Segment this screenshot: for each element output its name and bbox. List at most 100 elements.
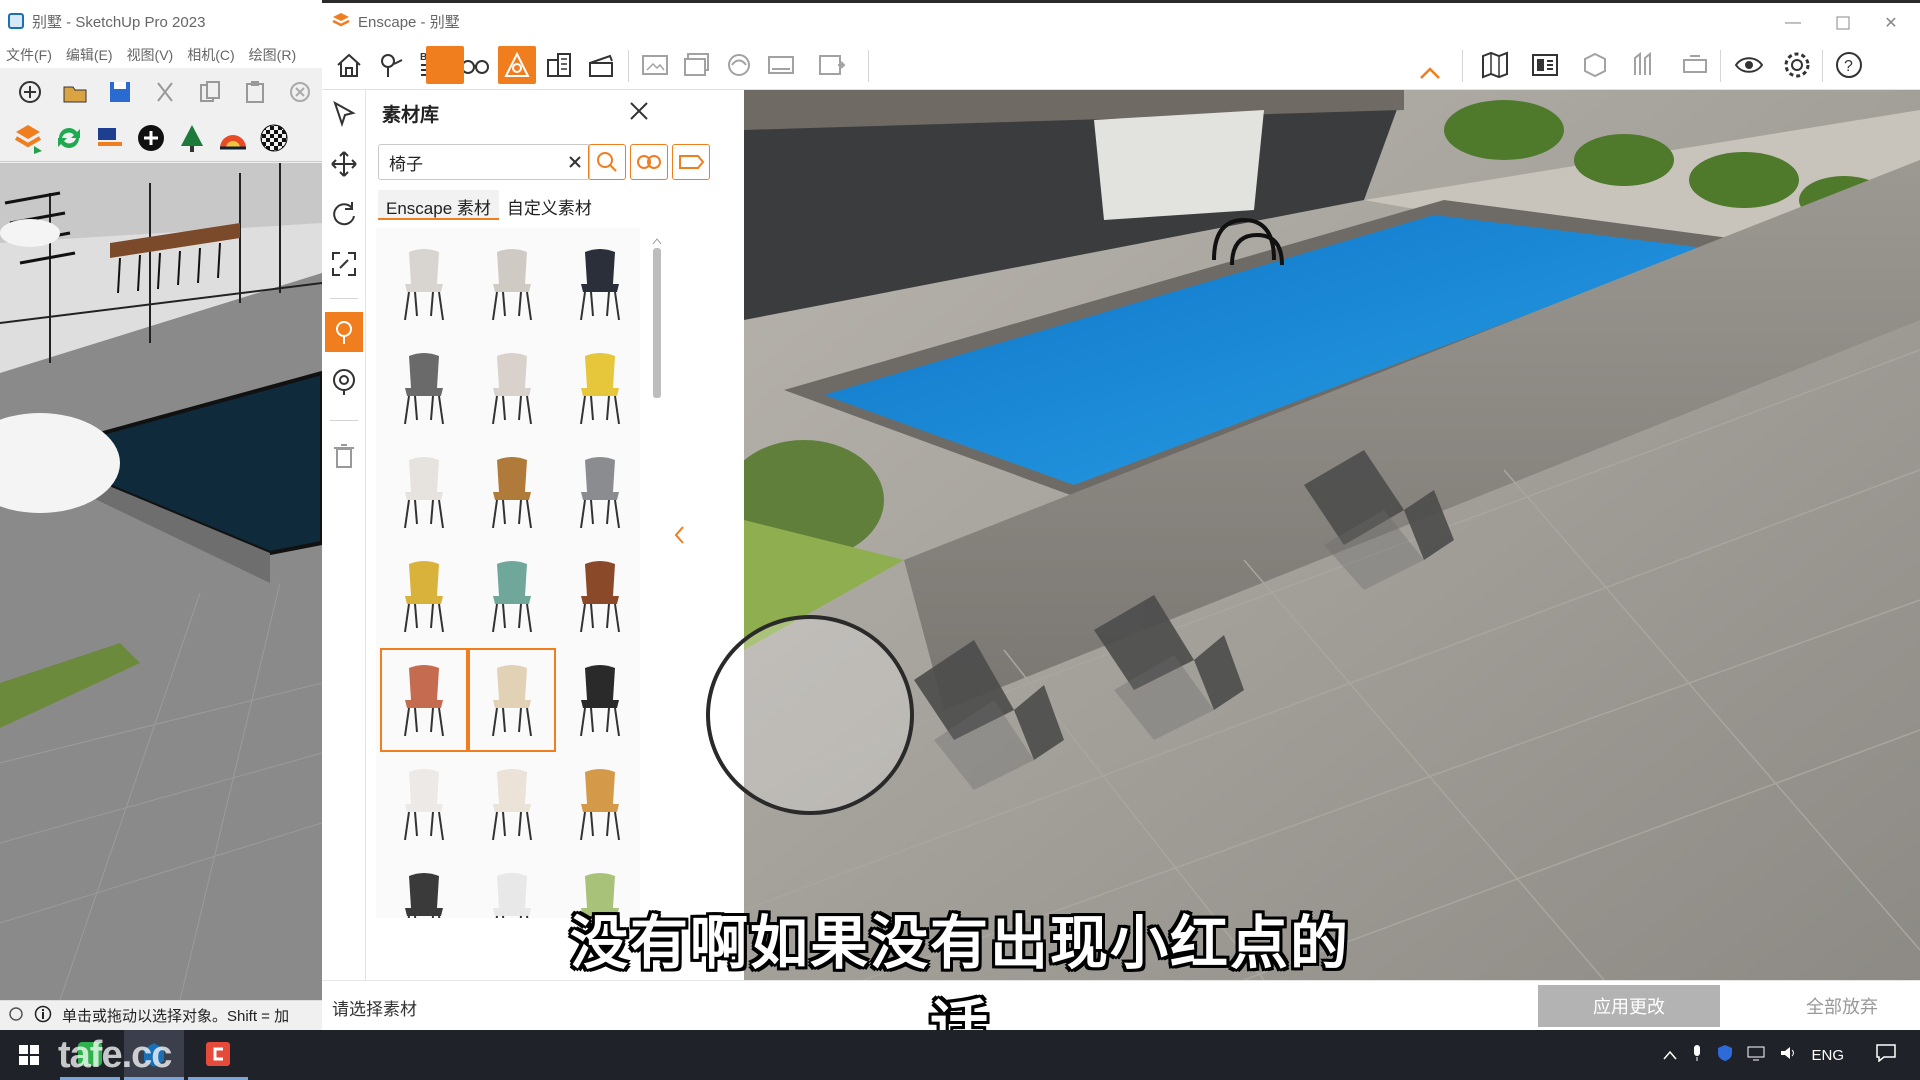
erase-icon[interactable] [284,76,316,108]
sync-views-icon[interactable] [94,122,126,154]
clapperboard-icon[interactable] [582,46,620,84]
close-window-icon[interactable]: ✕ [1868,7,1914,39]
enscape-start-icon[interactable] [12,122,44,154]
menu-draw[interactable]: 绘图(R) [249,45,296,65]
scrollbar-thumb[interactable] [653,248,661,398]
move-icon[interactable] [325,144,363,184]
asset-thumbnail-chair-pale-faded[interactable] [468,752,556,856]
asset-thumbnail-chair-white-faded[interactable] [380,752,468,856]
asset-thumbnail-chair-ochre-swivel[interactable] [556,752,640,856]
collaboration-icon[interactable] [1676,46,1714,84]
toolbar-separator [1822,50,1823,82]
cut-icon[interactable] [149,76,181,108]
microphone-icon[interactable] [1691,1044,1703,1066]
chair-icon [580,769,620,841]
copy-icon[interactable] [194,76,226,108]
panorama-icon[interactable] [720,46,758,84]
recorder-app-icon[interactable] [188,1030,248,1080]
sketchup-status-bar: 单击或拖动以选择对象。Shift = 加 [0,1000,322,1030]
asset-thumbnail-chair-mustard[interactable] [380,544,468,648]
save-icon[interactable] [104,76,136,108]
asset-thumbnail-chair-black-wire[interactable] [556,648,640,752]
info-panel-icon[interactable] [1526,46,1564,84]
windows-start-icon[interactable] [0,1030,58,1080]
asset-thumbnail-chair-tub-white[interactable] [468,336,556,440]
asset-grid-scrollbar[interactable] [652,236,662,916]
asset-thumbnail-chair-white-arm[interactable] [380,440,468,544]
close-icon[interactable] [624,96,654,126]
delete-trash-icon[interactable] [325,436,363,476]
site-map-icon[interactable] [1476,46,1514,84]
svg-text:?: ? [1844,58,1853,75]
asset-library-tree-icon[interactable] [176,122,208,154]
settings-gear-icon[interactable] [1778,46,1816,84]
asset-thumbnail-chair-leather-swivel[interactable] [556,544,640,648]
volume-icon[interactable] [1779,1045,1797,1065]
network-icon[interactable] [1747,1045,1765,1065]
asset-thumbnail-chair-lounge-mesh[interactable] [380,336,468,440]
input-language[interactable]: ENG [1811,1047,1844,1064]
search-icon[interactable] [588,144,626,180]
batch-render-icon[interactable] [678,46,716,84]
info-icon[interactable] [34,1005,52,1027]
export-exe-icon[interactable] [812,46,850,84]
collapse-panel-icon[interactable] [672,520,686,550]
geo-location-icon[interactable] [8,1006,24,1026]
asset-thumbnail-chair-dark-ghost[interactable] [556,232,640,336]
maximize-icon[interactable] [1820,7,1866,39]
menu-camera[interactable]: 相机(C) [187,45,234,65]
asset-thumbnail-chair-yellow-shell[interactable] [556,336,640,440]
asset-thumbnail-chair-white-slim[interactable] [380,232,468,336]
security-shield-icon[interactable] [1717,1044,1733,1066]
select-arrow-icon[interactable] [325,94,363,134]
asset-thumbnail-chair-wood-frame[interactable] [468,440,556,544]
tab-enscape-assets[interactable]: Enscape 素材 [378,190,499,220]
view-filter-icon[interactable] [630,144,668,180]
new-file-icon[interactable] [14,76,46,108]
help-icon[interactable]: ? [1830,46,1868,84]
asset-thumbnail-chair-terracotta[interactable] [380,648,468,752]
menu-view[interactable]: 视图(V) [127,45,174,65]
chair-icon [492,249,532,321]
asset-thumbnail-chair-office-light[interactable] [468,232,556,336]
minimize-icon[interactable]: — [1770,7,1816,39]
asset-thumbnail-chair-teal[interactable] [468,544,556,648]
eye-visibility-icon[interactable] [1730,46,1768,84]
asset-library-button[interactable] [498,46,536,84]
menu-edit[interactable]: 编辑(E) [66,45,113,65]
open-folder-icon[interactable] [59,76,91,108]
material-editor-icon[interactable] [258,122,290,154]
discard-all-button[interactable]: 全部放弃 [1762,985,1920,1027]
place-asset-icon[interactable] [325,312,363,352]
paste-icon[interactable] [239,76,271,108]
scatter-assets-icon[interactable] [325,362,363,402]
tag-filter-icon[interactable] [672,144,710,180]
render-viewport[interactable] [744,90,1920,980]
home-icon[interactable] [330,46,368,84]
panorama-360-icon[interactable] [762,46,800,84]
sketchup-viewport[interactable] [0,163,322,1000]
camera-path-icon[interactable] [1626,46,1664,84]
chevron-up-tray-icon[interactable] [1663,1047,1678,1064]
scale-icon[interactable] [325,244,363,284]
visual-settings-icon[interactable] [217,122,249,154]
asset-thumbnail-chair-windsor-dark[interactable] [380,856,468,918]
asset-thumbnail-chair-grey-mesh[interactable] [556,440,640,544]
add-object-icon[interactable] [135,122,167,154]
sync-icon[interactable] [53,122,85,154]
notifications-icon[interactable] [1876,1044,1896,1066]
screenshot-icon[interactable] [636,46,674,84]
asset-thumbnail-chair-beige-wood[interactable] [468,648,556,752]
map-pin-icon[interactable] [372,46,410,84]
sketchup-window: 别墅 - SketchUp Pro 2023 文件(F) 编辑(E) 视图(V)… [0,0,322,1030]
cube-view-icon[interactable] [1576,46,1614,84]
apply-changes-button[interactable]: 应用更改 [1538,985,1720,1027]
clear-search-icon[interactable] [561,145,589,179]
rotate-icon[interactable] [325,194,363,234]
chevron-up-icon[interactable] [1418,66,1442,86]
menu-file[interactable]: 文件(F) [6,45,52,65]
tab-custom-assets[interactable]: 自定义素材 [499,190,600,220]
buildings-icon[interactable] [540,46,578,84]
asset-search-input[interactable]: 椅子 [378,144,590,180]
asset-thumbnail-chair-white-eames[interactable] [468,856,556,918]
